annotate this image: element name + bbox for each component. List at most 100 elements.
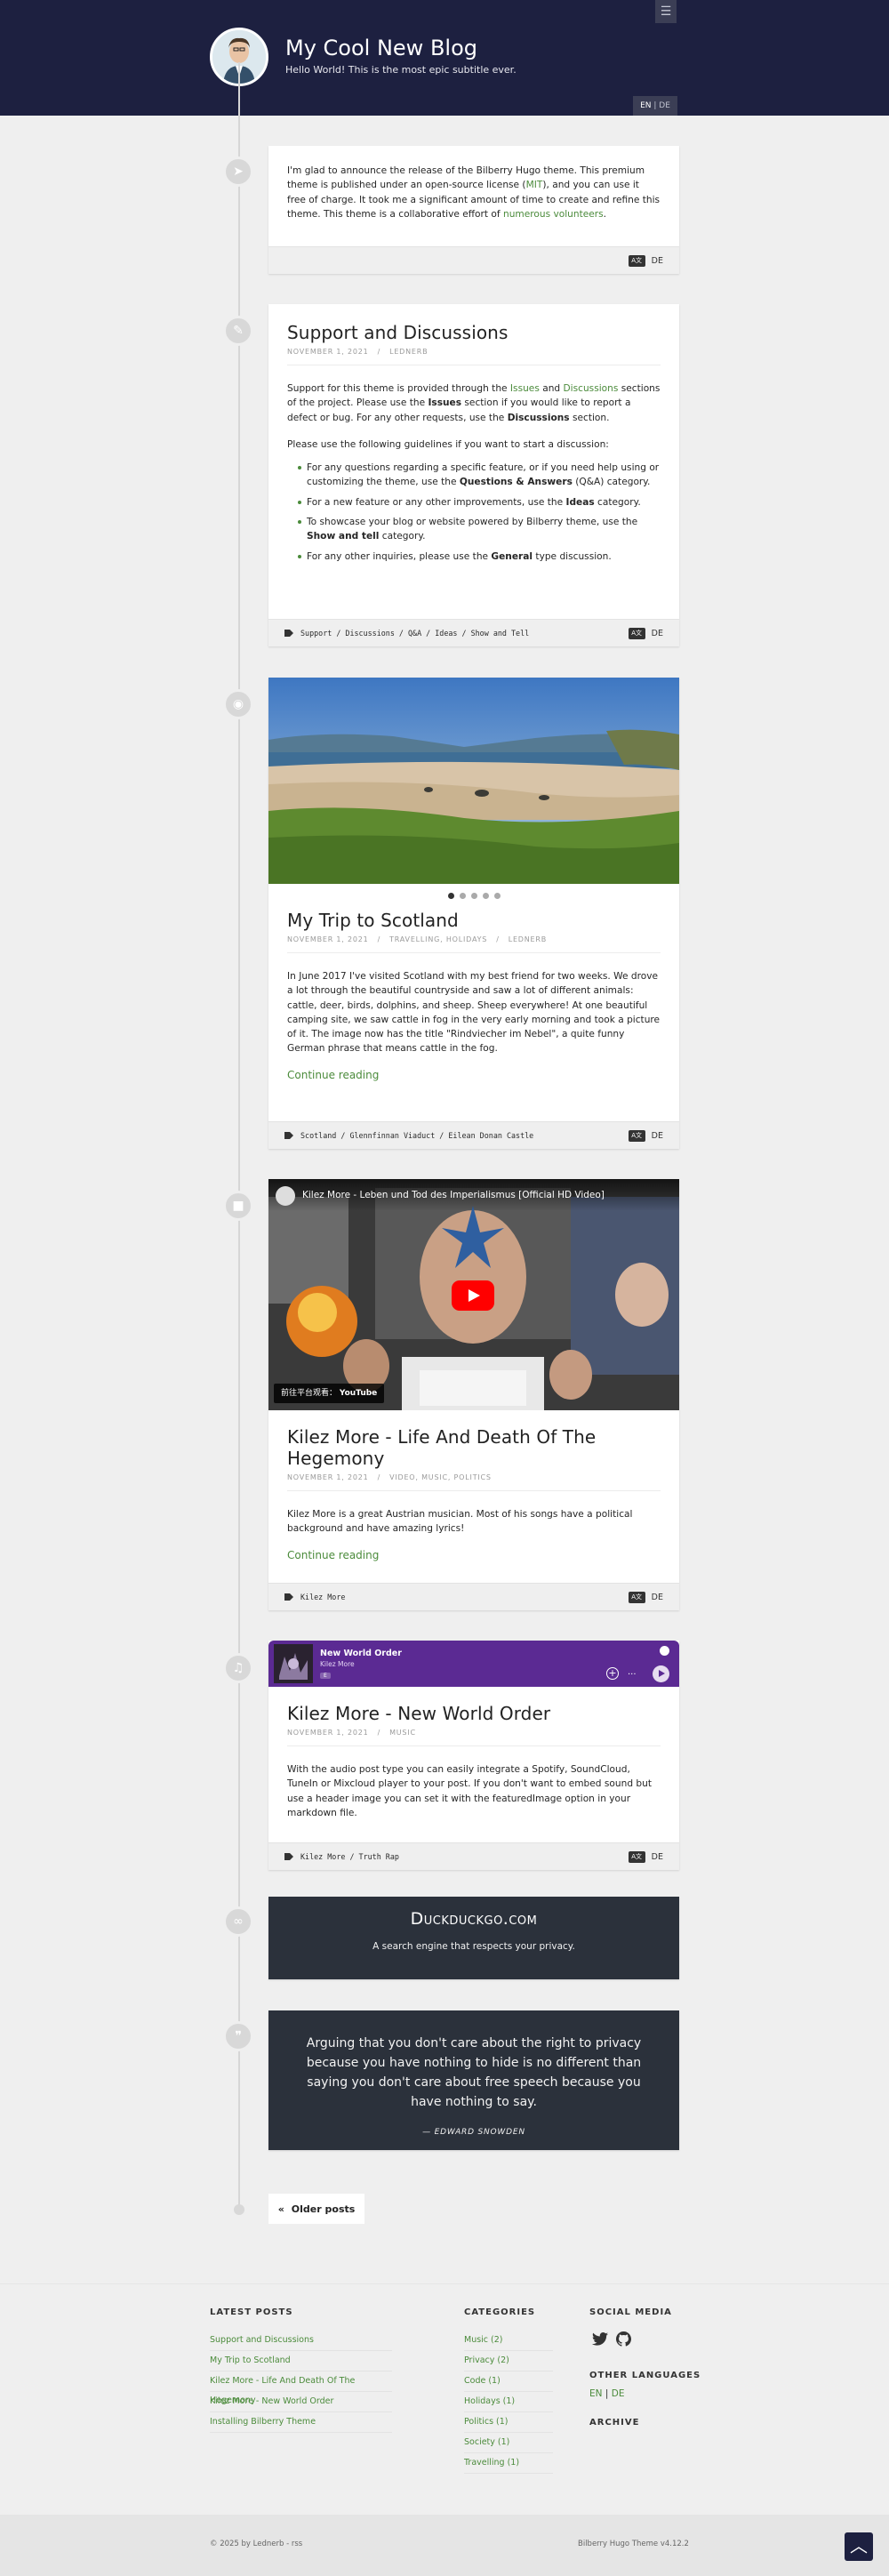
- categories-list: Music (2) Privacy (2) Code (1) Holidays …: [464, 2331, 553, 2474]
- tag-icon: [284, 630, 293, 637]
- spotify-play-button[interactable]: [653, 1665, 669, 1682]
- post-tags[interactable]: Kilez More / Truth Rap: [284, 1852, 399, 1861]
- post-title[interactable]: My Trip to Scotland: [287, 910, 661, 931]
- lang-de-link[interactable]: DE: [659, 101, 670, 110]
- discussions-link[interactable]: Discussions: [564, 383, 619, 394]
- older-posts-button[interactable]: «Older posts: [268, 2194, 364, 2224]
- latest-post-link[interactable]: My Trip to Scotland: [210, 2351, 392, 2371]
- post-meta: NOVEMBER 1, 2021/TRAVELLING, HOLIDAYS / LE…: [287, 935, 661, 953]
- language-switcher[interactable]: EN | DE: [633, 96, 677, 116]
- post-categories[interactable]: MUSIC: [389, 1729, 416, 1737]
- gallery-image[interactable]: [268, 678, 679, 884]
- post-tags[interactable]: Scotland / Glennfinnan Viaduct / Eilean …: [284, 1131, 533, 1140]
- post-meta: NOVEMBER 1, 2021/VIDEO, MUSIC, POLITICS: [287, 1473, 661, 1491]
- slider-dot[interactable]: [493, 893, 501, 899]
- post-meta: NOVEMBER 1, 2021/LEDNERB: [287, 348, 661, 365]
- translation-link[interactable]: A文 DE: [628, 254, 663, 267]
- slider-dots: [268, 893, 679, 899]
- latest-post-link[interactable]: Installing Bilberry Theme: [210, 2412, 392, 2433]
- post-categories[interactable]: TRAVELLING, HOLIDAYS: [389, 935, 487, 943]
- post-tags[interactable]: Kilez More: [284, 1593, 345, 1601]
- continue-reading-link[interactable]: Continue reading: [287, 1549, 661, 1561]
- lang-en-link[interactable]: EN: [640, 101, 651, 110]
- play-button[interactable]: [452, 1280, 494, 1311]
- twitter-icon[interactable]: [592, 2332, 608, 2346]
- translate-icon: A文: [628, 1129, 645, 1142]
- spotify-logo-icon[interactable]: [660, 1646, 669, 1656]
- slider-dot[interactable]: [459, 893, 466, 899]
- social-media-title: SOCIAL MEDIA: [589, 2307, 672, 2317]
- footer-language-links: EN | DE: [589, 2388, 625, 2399]
- watch-on-youtube[interactable]: 前往平台观看： YouTube: [274, 1384, 385, 1403]
- play-icon: [469, 1289, 480, 1302]
- issues-link[interactable]: Issues: [510, 383, 540, 394]
- post-author[interactable]: LEDNERB: [389, 348, 428, 356]
- post-title[interactable]: Support and Discussions: [287, 322, 661, 343]
- post-footer: Support / Discussions / Q&A / Ideas / Sh…: [268, 619, 679, 646]
- video-title[interactable]: Kilez More - Leben und Tod des Imperiali…: [302, 1190, 640, 1200]
- post-title[interactable]: Kilez More - Life And Death Of The Hegem…: [287, 1426, 661, 1469]
- translation-link[interactable]: A文 DE: [628, 1129, 663, 1142]
- player-track[interactable]: New World Order: [320, 1649, 402, 1658]
- quote-icon: ❞: [223, 2021, 253, 2051]
- link-title[interactable]: Duckduckgo.com: [268, 1909, 679, 1929]
- github-icon[interactable]: [616, 2331, 631, 2347]
- player-artist[interactable]: Kilez More: [320, 1660, 355, 1668]
- translation-link[interactable]: A文 DE: [628, 1850, 663, 1863]
- latest-post-link[interactable]: Kilez More - Life And Death Of The Hegem…: [210, 2371, 392, 2405]
- copyright-bar: © 2025 by Lednerb - rss Bilberry Hugo Th…: [0, 2515, 889, 2576]
- back-to-top-button[interactable]: ︿: [845, 2532, 873, 2561]
- video-embed[interactable]: Kilez More - Leben und Tod des Imperiali…: [268, 1179, 679, 1410]
- add-icon[interactable]: +: [606, 1667, 619, 1680]
- post-date: NOVEMBER 1, 2021: [287, 935, 369, 943]
- spotify-player[interactable]: New World Order Kilez More E + ···: [268, 1641, 679, 1687]
- more-icon[interactable]: ···: [628, 1670, 637, 1680]
- post-date: NOVEMBER 1, 2021: [287, 1473, 369, 1481]
- timeline-line: [238, 62, 240, 2212]
- category-link[interactable]: Code (1): [464, 2371, 553, 2392]
- archive-title[interactable]: ARCHIVE: [589, 2418, 639, 2428]
- volunteers-link[interactable]: numerous volunteers: [503, 209, 604, 220]
- continue-reading-link[interactable]: Continue reading: [287, 1069, 661, 1081]
- slider-dot[interactable]: [482, 893, 489, 899]
- quote-author: — EDWARD SNOWDEN: [422, 2128, 525, 2137]
- link-card[interactable]: Duckduckgo.com A search engine that resp…: [268, 1897, 679, 1979]
- post-body: With the audio post type you can easily …: [287, 1764, 652, 1818]
- copyright-text[interactable]: © 2025 by Lednerb - rss: [210, 2540, 302, 2548]
- slider-dot[interactable]: [447, 893, 454, 899]
- category-link[interactable]: Travelling (1): [464, 2453, 553, 2474]
- translate-icon: A文: [628, 1850, 645, 1863]
- footer-lang-de[interactable]: DE: [612, 2388, 625, 2399]
- theme-credit[interactable]: Bilberry Hugo Theme v4.12.2: [578, 2540, 689, 2548]
- translation-link[interactable]: A文 DE: [628, 1591, 663, 1603]
- post-categories[interactable]: VIDEO, MUSIC, POLITICS: [389, 1473, 492, 1481]
- translation-link[interactable]: A文 DE: [628, 627, 663, 639]
- mit-link[interactable]: MIT: [526, 180, 543, 190]
- paper-plane-icon: ➤: [223, 156, 253, 187]
- post-title[interactable]: Kilez More - New World Order: [287, 1703, 661, 1724]
- list-item: For a new feature or any other improveme…: [298, 495, 661, 510]
- latest-post-link[interactable]: Kilez More - New World Order: [210, 2392, 392, 2412]
- lang-separator: |: [653, 101, 657, 110]
- category-link[interactable]: Holidays (1): [464, 2392, 553, 2412]
- latest-post-link[interactable]: Support and Discussions: [210, 2331, 392, 2351]
- post-tags[interactable]: Support / Discussions / Q&A / Ideas / Sh…: [284, 629, 529, 638]
- post-date: NOVEMBER 1, 2021: [287, 348, 369, 356]
- timeline-end-dot: [234, 2204, 244, 2215]
- category-link[interactable]: Music (2): [464, 2331, 553, 2351]
- translate-icon: A文: [628, 254, 645, 267]
- category-link[interactable]: Privacy (2): [464, 2351, 553, 2371]
- menu-toggle-button[interactable]: ☰: [655, 0, 677, 23]
- footer-lang-en[interactable]: EN: [589, 2388, 603, 2399]
- site-title[interactable]: My Cool New Blog: [285, 36, 477, 60]
- category-link[interactable]: Society (1): [464, 2433, 553, 2453]
- post-author[interactable]: LEDNERB: [509, 935, 547, 943]
- channel-avatar[interactable]: [276, 1186, 295, 1206]
- music-icon: ♫: [223, 1653, 253, 1683]
- link-subtitle: A search engine that respects your priva…: [372, 1941, 575, 1952]
- guideline-list: For any questions regarding a specific f…: [287, 461, 661, 564]
- post-body: Support for this theme is provided throu…: [287, 381, 661, 564]
- site-footer: LATEST POSTS Support and Discussions My …: [0, 2283, 889, 2515]
- slider-dot[interactable]: [470, 893, 477, 899]
- category-link[interactable]: Politics (1): [464, 2412, 553, 2433]
